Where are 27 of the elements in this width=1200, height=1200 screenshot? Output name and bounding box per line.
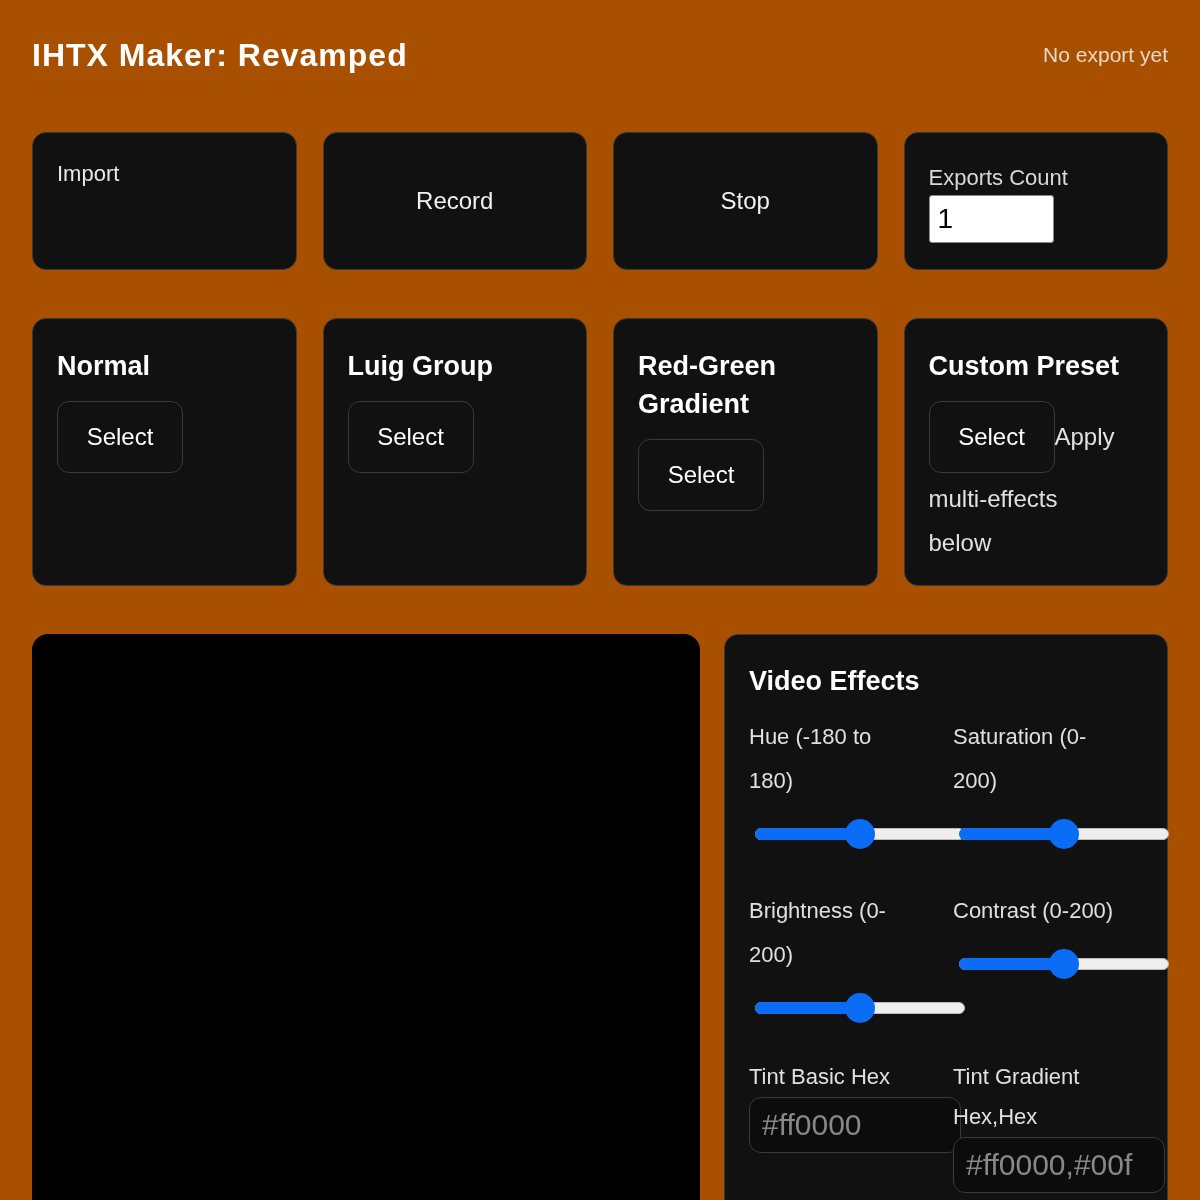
preset-note: Apply <box>1054 422 1115 452</box>
preset-title: Custom Preset <box>928 350 1121 383</box>
slider-label: Contrast (0-200) <box>953 897 1115 925</box>
panel-title: Video Effects <box>749 665 921 698</box>
preset-note: multi-effects below <box>928 484 1059 558</box>
slider-label: Brightness (0-200) <box>749 897 887 969</box>
slider[interactable] <box>755 993 965 1023</box>
select-button[interactable]: Select <box>638 439 764 511</box>
select-button[interactable]: Select <box>928 401 1055 473</box>
import-button[interactable]: Import <box>32 132 297 270</box>
slider-label: Saturation (0-200) <box>953 723 1088 795</box>
slider[interactable] <box>959 819 1169 849</box>
preset-title: Luig Group <box>347 350 494 383</box>
field-label: Tint Basic Hex <box>749 1063 891 1091</box>
number-field[interactable]: 1 <box>928 195 1054 243</box>
record-button[interactable]: Record <box>322 132 587 270</box>
field-label: Exports Count <box>928 165 1069 191</box>
app-title: IHTX Maker: Revamped <box>32 36 408 75</box>
preset-title: Normal <box>57 350 152 383</box>
export-status: No export yet <box>1043 42 1168 69</box>
select-button[interactable]: Select <box>57 401 183 473</box>
select-button[interactable]: Select <box>347 401 474 473</box>
slider[interactable] <box>959 949 1169 979</box>
preset-title: Red-Green Gradient <box>638 350 778 421</box>
slider-label: Hue (-180 to 180) <box>749 723 873 795</box>
stop-button[interactable]: Stop <box>613 132 878 270</box>
hex-field[interactable]: #ff0000,#00f <box>953 1137 1165 1193</box>
